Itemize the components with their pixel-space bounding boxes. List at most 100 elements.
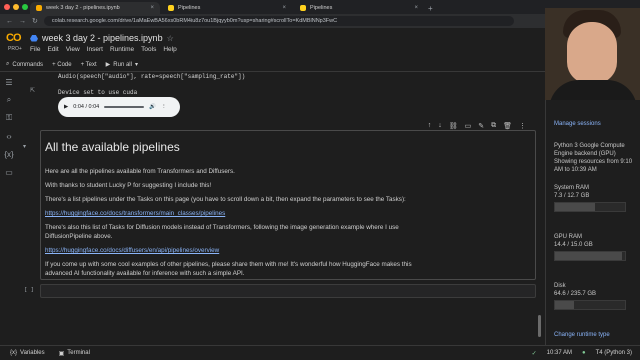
system-ram-fill	[555, 203, 595, 211]
url-field[interactable]: colab.research.google.com/drive/1aMaEwBA…	[43, 16, 514, 26]
link-icon[interactable]: ⛓	[449, 122, 458, 130]
close-tab-icon[interactable]: ×	[282, 5, 286, 11]
play-icon[interactable]: ▶	[64, 104, 68, 110]
move-up-icon[interactable]: ↑	[428, 122, 432, 130]
paragraph: With thanks to student Lucky P for sugge…	[45, 182, 212, 189]
disk-fill	[555, 301, 574, 309]
text-cell[interactable]: ▾ ↑ ↓ ⛓ ▭ ✎ ⧉ 🗑 ⋮ All the available pipe…	[23, 122, 536, 280]
terminal-button[interactable]: ▣ Terminal	[59, 350, 90, 357]
comment-icon[interactable]: ▭	[465, 122, 472, 130]
menu-file[interactable]: File	[30, 46, 40, 53]
volume-icon[interactable]: 🔊	[149, 104, 156, 110]
audio-progress-bar[interactable]	[104, 106, 145, 108]
paragraph-line: There's also this list of Tasks for Diff…	[45, 224, 399, 231]
cell-output-text: Device set to use cuda	[58, 89, 138, 96]
menu-insert[interactable]: Insert	[87, 46, 103, 53]
menu-runtime[interactable]: Runtime	[110, 46, 134, 53]
back-icon[interactable]: ←	[6, 18, 13, 25]
terminal-icon: ▣	[58, 350, 65, 357]
browser-tab[interactable]: Pipelines ×	[294, 2, 424, 14]
tab-label: Pipelines	[178, 5, 201, 11]
colab-header: CO PRO+ week 3 day 2 - pipelines.ipynb ☆…	[0, 28, 545, 58]
browser-tab-active[interactable]: week 3 day 2 - pipelines.ipynb ×	[30, 2, 160, 14]
minimize-window-icon[interactable]	[13, 4, 19, 10]
paragraph: If you come up with some cool examples o…	[45, 260, 530, 278]
browser-tab-strip: week 3 day 2 - pipelines.ipynb × Pipelin…	[0, 0, 640, 14]
notebook-scrollbar[interactable]	[538, 315, 541, 337]
add-text-button[interactable]: + Text	[81, 62, 97, 68]
status-bar: {x} Variables ▣ Terminal ✓ 10:37 AM ● T4 (…	[0, 345, 640, 360]
run-all-button[interactable]: ▶ Run all ▾	[105, 61, 138, 69]
table-of-contents-icon[interactable]: ☰	[0, 73, 18, 91]
transformers-pipelines-link[interactable]: https://huggingface.co/docs/transformers…	[45, 210, 225, 217]
checkmark-icon: ✓	[531, 350, 537, 357]
new-tab-icon[interactable]: +	[428, 4, 433, 13]
delete-icon[interactable]: 🗑	[503, 122, 512, 130]
menu-help[interactable]: Help	[163, 46, 176, 53]
code-line[interactable]: Audio(speech["audio"], rate=speech["samp…	[58, 73, 245, 80]
move-down-icon[interactable]: ↓	[438, 122, 442, 130]
resource-window: Showing resources from 9:10 AM to 10:39 …	[554, 159, 633, 173]
code-snippets-icon[interactable]: ‹›	[0, 127, 18, 145]
forward-icon[interactable]: →	[19, 18, 26, 25]
edit-icon[interactable]: ✎	[478, 122, 484, 130]
presenter-face	[567, 22, 617, 84]
paragraph-line: DiffusionPipeline above.	[45, 233, 113, 240]
variables-button[interactable]: {x} Variables	[10, 350, 45, 356]
play-icon: ▶	[105, 62, 111, 68]
star-icon[interactable]: ☆	[167, 34, 174, 43]
output-menu-icon[interactable]: ⇱	[30, 87, 35, 94]
close-tab-icon[interactable]: ×	[414, 5, 418, 11]
audio-player[interactable]: ▶ 0:04 / 0:04 🔊 ⋮	[58, 97, 180, 117]
menu-view[interactable]: View	[66, 46, 80, 53]
more-options-icon[interactable]: ⋮	[161, 104, 167, 110]
close-window-icon[interactable]	[4, 4, 10, 10]
collapse-section-icon[interactable]: ▾	[23, 143, 26, 150]
audio-time: 0:04 / 0:04	[73, 104, 100, 110]
maximize-window-icon[interactable]	[22, 4, 28, 10]
window-controls[interactable]	[4, 4, 28, 10]
commands-button[interactable]: ⌕ Commands	[6, 61, 43, 68]
notebook-area: Audio(speech["audio"], rate=speech["samp…	[18, 73, 545, 345]
folder-icon[interactable]: ▭	[0, 163, 18, 181]
tab-label: Pipelines	[310, 5, 333, 11]
plan-badge: PRO+	[8, 46, 22, 52]
colab-logo[interactable]: CO	[6, 32, 26, 44]
gpu-ram-label: GPU RAM	[554, 234, 583, 240]
search-icon[interactable]: ⌕	[0, 91, 18, 109]
menu-edit[interactable]: Edit	[47, 46, 58, 53]
browser-tab[interactable]: Pipelines ×	[162, 2, 292, 14]
commands-label: Commands	[12, 61, 44, 68]
mirror-cell-icon[interactable]: ⧉	[491, 122, 496, 130]
runtime-status[interactable]: T4 (Python 3)	[596, 350, 632, 356]
variables-icon[interactable]: {x}	[0, 145, 18, 163]
more-options-icon[interactable]: ⋮	[519, 122, 526, 130]
menu-tools[interactable]: Tools	[141, 46, 156, 53]
reload-icon[interactable]: ↻	[32, 17, 38, 25]
key-icon[interactable]: ⚿	[0, 109, 18, 127]
close-tab-icon[interactable]: ×	[150, 5, 154, 11]
run-cell-bracket[interactable]: [ ]	[24, 286, 34, 293]
runtime-description: Python 3 Google Compute Engine backend (…	[554, 143, 625, 157]
huggingface-favicon-icon	[168, 5, 174, 11]
add-code-button[interactable]: + Code	[52, 62, 72, 68]
paragraph-line: advanced AI functionality available for …	[45, 270, 245, 277]
notebook-title[interactable]: week 3 day 2 - pipelines.ipynb	[42, 33, 163, 43]
paragraph-line: If you come up with some cool examples o…	[45, 261, 412, 268]
drive-icon[interactable]	[30, 34, 38, 42]
empty-code-cell[interactable]	[40, 284, 536, 298]
notebook-title-row: week 3 day 2 - pipelines.ipynb ☆	[30, 33, 174, 43]
address-bar: ← → ↻ colab.research.google.com/drive/1a…	[0, 14, 640, 28]
cell-toolbar: ↑ ↓ ⛓ ▭ ✎ ⧉ 🗑 ⋮	[424, 122, 529, 130]
colab-favicon-icon	[36, 5, 42, 11]
tab-label: week 3 day 2 - pipelines.ipynb	[46, 5, 120, 11]
left-sidebar: ☰ ⌕ ⚿ ‹› {x} ▭	[0, 73, 18, 345]
gpu-ram-graph	[554, 251, 626, 261]
manage-sessions-link[interactable]: Manage sessions	[554, 120, 638, 128]
diffusers-pipelines-link[interactable]: https://huggingface.co/docs/diffusers/en…	[45, 247, 219, 254]
system-ram-value: 7.3 / 12.7 GB	[554, 193, 590, 199]
cell-heading: All the available pipelines	[45, 140, 180, 154]
notebook-toolbar: ⌕ Commands + Code + Text ▶ Run all ▾	[0, 58, 545, 72]
disk-value: 64.6 / 235.7 GB	[554, 291, 597, 297]
change-runtime-type-link[interactable]: Change runtime type	[554, 331, 638, 339]
